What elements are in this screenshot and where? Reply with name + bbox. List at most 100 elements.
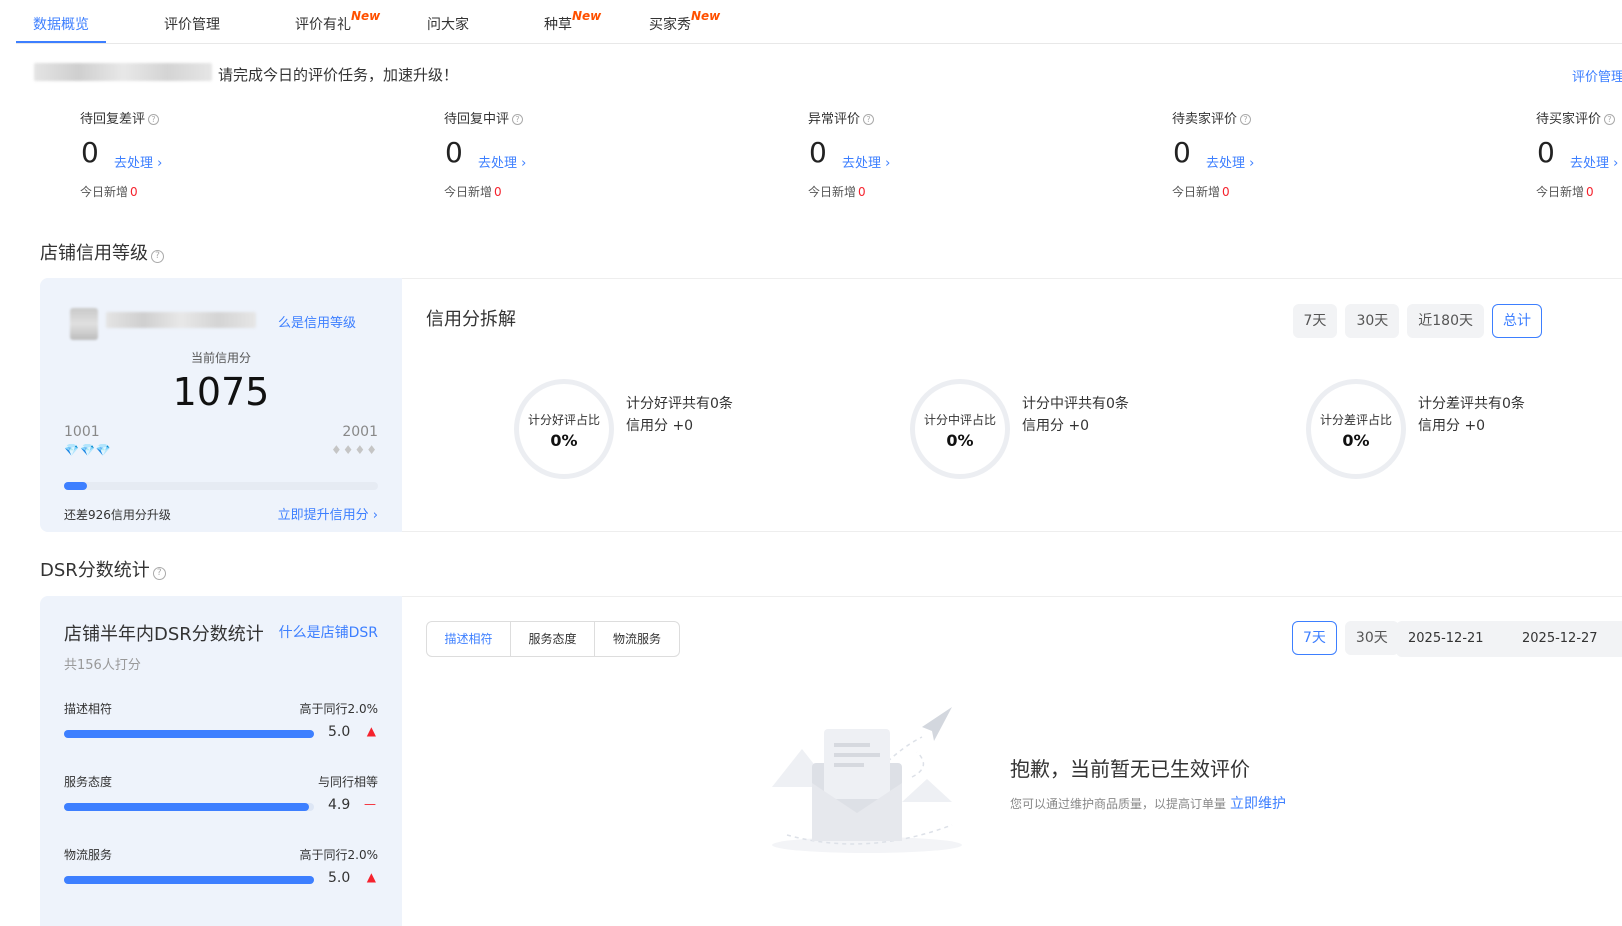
dsr-range-selector: 7天 30天 — [1292, 621, 1407, 655]
range-30d-button[interactable]: 30天 — [1345, 304, 1400, 338]
metric-compare: 高于同行2.0% — [299, 848, 379, 862]
metric-name: 描述相符 — [64, 702, 113, 716]
stat-pending-negative: 待回复差评? 0 去处理 › 今日新增 0 — [80, 108, 340, 204]
credit-section-title: 店铺信用等级? — [40, 239, 164, 265]
dsr-card-title: 店铺半年内DSR分数统计 — [64, 624, 264, 645]
positive-ratio-ring: 计分好评占比 0% — [514, 379, 614, 479]
process-link[interactable]: 去处理 › — [1206, 152, 1254, 171]
metric-logistics: 物流服务 高于同行2.0% 5.0 ▲ — [64, 846, 378, 906]
stat-label: 异常评价? — [808, 108, 875, 127]
trend-up-icon: ▲ — [366, 870, 376, 884]
what-is-credit-link[interactable]: 么是信用等级 — [278, 312, 356, 331]
ring-value: 0% — [946, 431, 974, 450]
today-new: 今日新增 0 — [444, 185, 502, 199]
negative-summary: 计分差评共有0条 信用分 +0 — [1418, 396, 1525, 434]
redacted-shop-name — [34, 63, 212, 81]
stat-value: 0 — [445, 136, 463, 169]
help-icon[interactable]: ? — [1604, 114, 1616, 125]
help-icon[interactable]: ? — [151, 250, 164, 263]
help-icon[interactable]: ? — [512, 114, 524, 125]
breakdown-range-selector: 7天 30天 近180天 总计 — [1285, 304, 1542, 338]
new-badge: New — [572, 9, 602, 23]
process-link[interactable]: 去处理 › — [478, 152, 526, 171]
tab-seeding[interactable]: 种草 New — [544, 9, 601, 44]
metric-bar — [64, 730, 314, 738]
tab-review-gift[interactable]: 评价有礼 New — [295, 9, 380, 44]
dsr-summary-card: 店铺半年内DSR分数统计 什么是店铺DSR 共156人打分 描述相符 高于同行2… — [40, 596, 402, 926]
trend-up-icon: ▲ — [366, 724, 376, 738]
dsr-section-title: DSR分数统计? — [40, 556, 166, 582]
maintain-now-link[interactable]: 立即维护 — [1230, 796, 1286, 812]
today-new: 今日新增 0 — [1172, 185, 1230, 199]
help-icon[interactable]: ? — [148, 114, 160, 125]
ring-label: 计分中评占比 — [923, 413, 996, 427]
metric-name: 服务态度 — [64, 775, 113, 789]
tab-buyer-show[interactable]: 买家秀 New — [649, 9, 720, 44]
what-is-dsr-link[interactable]: 什么是店铺DSR — [279, 622, 378, 642]
stat-value: 0 — [1173, 136, 1191, 169]
process-link[interactable]: 去处理 › — [842, 152, 890, 171]
upgrade-remaining: 还差926信用分升级 — [64, 508, 171, 522]
redacted-shop-name — [106, 312, 256, 328]
stat-pending-seller: 待卖家评价? 0 去处理 › 今日新增 0 — [1172, 108, 1432, 204]
empty-state-title: 抱歉，当前暂无已生效评价 — [1010, 757, 1250, 781]
segment-service[interactable]: 服务态度 — [511, 622, 595, 656]
empty-state-subtitle: 您可以通过维护商品质量，以提高订单量 立即维护 — [1010, 796, 1287, 812]
review-management-link[interactable]: 评价管理 — [1572, 66, 1622, 85]
dsr-range-30d-button[interactable]: 30天 — [1344, 621, 1399, 655]
range-7d-button[interactable]: 7天 — [1292, 304, 1338, 338]
tab-label: 评价有礼 — [295, 17, 351, 33]
positive-summary: 计分好评共有0条 信用分 +0 — [626, 396, 733, 434]
ring-label: 计分差评占比 — [1319, 413, 1392, 427]
stat-label: 待买家评价? — [1536, 108, 1616, 127]
dsr-range-7d-button[interactable]: 7天 — [1292, 621, 1337, 655]
process-link[interactable]: 去处理 › — [114, 152, 162, 171]
help-icon[interactable]: ? — [1240, 114, 1252, 125]
stat-label: 待回复差评? — [80, 108, 160, 127]
help-icon[interactable]: ? — [863, 114, 875, 125]
metric-bar-fill — [64, 730, 314, 738]
avatar — [70, 308, 98, 340]
date-end: 2025-12-27 — [1522, 631, 1598, 646]
metric-name: 物流服务 — [64, 848, 113, 862]
rater-count: 共156人打分 — [64, 658, 141, 673]
credit-level-card: 么是信用等级 当前信用分 1075 1001 2001 💎💎💎 ♦♦♦♦ 还差9… — [40, 278, 402, 532]
stat-label: 待回复中评? — [444, 108, 524, 127]
tab-label: 评价管理 — [164, 17, 220, 33]
date-start: 2025-12-21 — [1408, 631, 1484, 646]
process-link[interactable]: 去处理 › — [1570, 152, 1618, 171]
stat-abnormal: 异常评价? 0 去处理 › 今日新增 0 — [808, 108, 1068, 204]
current-level-diamonds-icon: 💎💎💎 — [64, 443, 112, 457]
credit-progress-bar — [64, 482, 378, 490]
tab-ask-everyone[interactable]: 问大家 — [427, 14, 469, 44]
segment-description[interactable]: 描述相符 — [427, 622, 511, 656]
improve-credit-link[interactable]: 立即提升信用分 › — [278, 504, 378, 523]
breakdown-title: 信用分拆解 — [426, 309, 516, 330]
metric-bar-fill — [64, 876, 314, 884]
tab-label: 种草 — [544, 17, 572, 33]
neutral-summary: 计分中评共有0条 信用分 +0 — [1022, 396, 1129, 434]
tab-data-overview[interactable]: 数据概览 — [33, 14, 89, 44]
stat-value: 0 — [1537, 136, 1555, 169]
today-new: 今日新增 0 — [1536, 185, 1594, 199]
range-total-button[interactable]: 总计 — [1492, 304, 1542, 338]
tab-label: 问大家 — [427, 17, 469, 33]
metric-compare: 高于同行2.0% — [299, 702, 379, 716]
level-max: 2001 — [342, 424, 378, 440]
stat-pending-buyer: 待买家评价? 0 去处理 › 今日新增 0 — [1536, 108, 1622, 204]
segment-logistics[interactable]: 物流服务 — [595, 622, 679, 656]
current-credit-label: 当前信用分 — [190, 351, 251, 365]
credit-progress-fill — [64, 482, 88, 490]
new-badge: New — [691, 9, 721, 23]
ring-value: 0% — [550, 431, 578, 450]
tab-label: 买家秀 — [649, 17, 691, 33]
dsr-trend-panel: 描述相符 服务态度 物流服务 7天 30天 2025-12-21 2025-12… — [402, 596, 1622, 926]
tab-review-management[interactable]: 评价管理 — [164, 14, 220, 44]
date-range-picker[interactable]: 2025-12-21 2025-12-27 — [1396, 621, 1622, 657]
help-icon[interactable]: ? — [152, 567, 166, 580]
metric-bar-fill — [64, 803, 309, 811]
credit-breakdown-panel: 信用分拆解 7天 30天 近180天 总计 计分好评占比 0% 计分好评共有0条… — [402, 278, 1622, 532]
dsr-metric-segment: 描述相符 服务态度 物流服务 — [426, 621, 680, 657]
range-180d-button[interactable]: 近180天 — [1407, 304, 1484, 338]
ring-value: 0% — [1342, 431, 1370, 450]
